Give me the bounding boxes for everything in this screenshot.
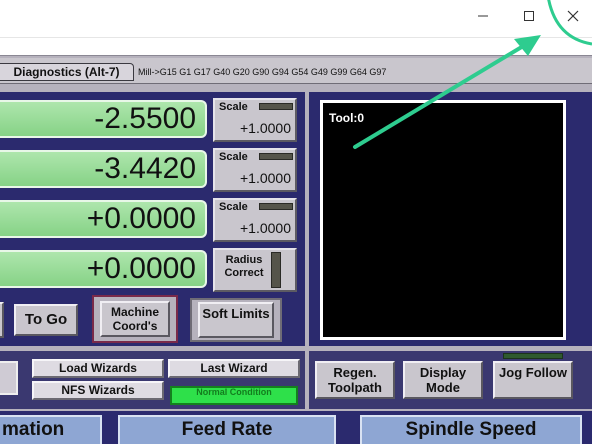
- scale-x[interactable]: Scale +1.0000: [213, 98, 297, 142]
- scale-label: Scale: [219, 101, 248, 113]
- jog-follow-button[interactable]: Jog Follow: [493, 361, 573, 399]
- feed-rate-header: Feed Rate: [118, 415, 336, 444]
- dro-y-value[interactable]: -3.4420: [0, 150, 207, 188]
- maximize-button[interactable]: [506, 0, 552, 32]
- spindle-speed-header: Spindle Speed: [360, 415, 582, 444]
- dro-row-y: -3.4420 Scale +1.0000: [0, 148, 305, 192]
- display-buttons-panel: Regen. Toolpath Display Mode Jog Follow: [309, 351, 592, 409]
- scale-value: +1.0000: [240, 220, 291, 236]
- window-titlebar: [0, 0, 592, 38]
- minimize-icon: [478, 15, 488, 17]
- load-wizards-button[interactable]: Load Wizards: [32, 359, 164, 378]
- scale-led: [259, 103, 293, 110]
- dro-panel: -2.5500 Scale +1.0000 -3.4420 Scale +1.0…: [0, 92, 305, 346]
- machine-coords-frame: Machine Coord's: [92, 295, 178, 343]
- regen-toolpath-button[interactable]: Regen. Toolpath: [315, 361, 395, 399]
- scale-led: [259, 203, 293, 210]
- maximize-icon: [524, 11, 534, 21]
- scale-z[interactable]: Scale +1.0000: [213, 198, 297, 242]
- toolpath-panel: Tool:0: [309, 92, 592, 346]
- dro-a-value[interactable]: +0.0000: [0, 250, 207, 288]
- scale-led: [259, 153, 293, 160]
- annotation-arrow-head-icon: [514, 35, 541, 56]
- machine-coords-button[interactable]: Machine Coord's: [100, 301, 170, 337]
- dro-row-x: -2.5500 Scale +1.0000: [0, 98, 305, 142]
- scale-value: +1.0000: [240, 120, 291, 136]
- minimize-button[interactable]: [460, 0, 506, 32]
- nfs-wizards-button[interactable]: NFS Wizards: [32, 381, 164, 400]
- automation-header: mation: [0, 415, 102, 444]
- tab-bar: Diagnostics (Alt-7) Mill->G15 G1 G17 G40…: [0, 58, 592, 84]
- radius-correct-label: Radius Correct: [224, 254, 264, 279]
- to-go-button[interactable]: To Go: [14, 304, 78, 336]
- scale-value: +1.0000: [240, 170, 291, 186]
- soft-limits-button[interactable]: Soft Limits: [198, 302, 274, 338]
- toolpath-display[interactable]: Tool:0: [320, 100, 566, 340]
- dro-row-a: +0.0000 Radius Correct: [0, 248, 305, 292]
- scale-y[interactable]: Scale +1.0000: [213, 148, 297, 192]
- tool-number-label: Tool:0: [329, 111, 365, 125]
- last-wizard-button[interactable]: Last Wizard: [168, 359, 300, 378]
- partial-left-button[interactable]: [0, 302, 4, 338]
- display-mode-button[interactable]: Display Mode: [403, 361, 483, 399]
- dro-z-value[interactable]: +0.0000: [0, 200, 207, 238]
- radius-correct-led: [271, 252, 281, 288]
- gcode-status-line: Mill->G15 G1 G17 G40 G20 G90 G94 G54 G49…: [138, 67, 387, 77]
- scale-label: Scale: [219, 151, 248, 163]
- tab-diagnostics[interactable]: Diagnostics (Alt-7): [0, 63, 134, 81]
- dro-x-value[interactable]: -2.5500: [0, 100, 207, 138]
- status-condition: Normal Condition: [170, 386, 298, 405]
- mach3-app: Diagnostics (Alt-7) Mill->G15 G1 G17 G40…: [0, 55, 592, 444]
- radius-correct-button[interactable]: Radius Correct: [213, 248, 297, 292]
- soft-limits-frame: Soft Limits: [190, 298, 282, 342]
- close-icon: [567, 10, 579, 22]
- jog-follow-led: [503, 353, 563, 359]
- bottom-headers: mation Feed Rate Spindle Speed: [0, 411, 592, 444]
- partial-control[interactable]: [0, 361, 18, 395]
- scale-label: Scale: [219, 201, 248, 213]
- dro-row-z: +0.0000 Scale +1.0000: [0, 198, 305, 242]
- close-button[interactable]: [550, 0, 592, 32]
